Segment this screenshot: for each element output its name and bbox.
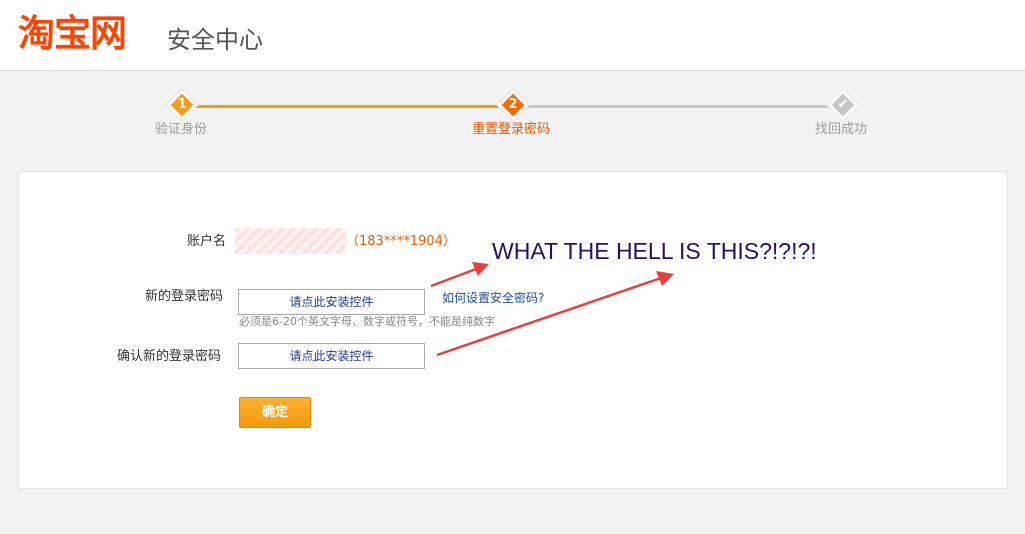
annotation-arrows bbox=[430, 262, 674, 357]
arrow-to-confirm-password bbox=[436, 271, 674, 357]
arrow-to-new-password bbox=[430, 262, 489, 288]
